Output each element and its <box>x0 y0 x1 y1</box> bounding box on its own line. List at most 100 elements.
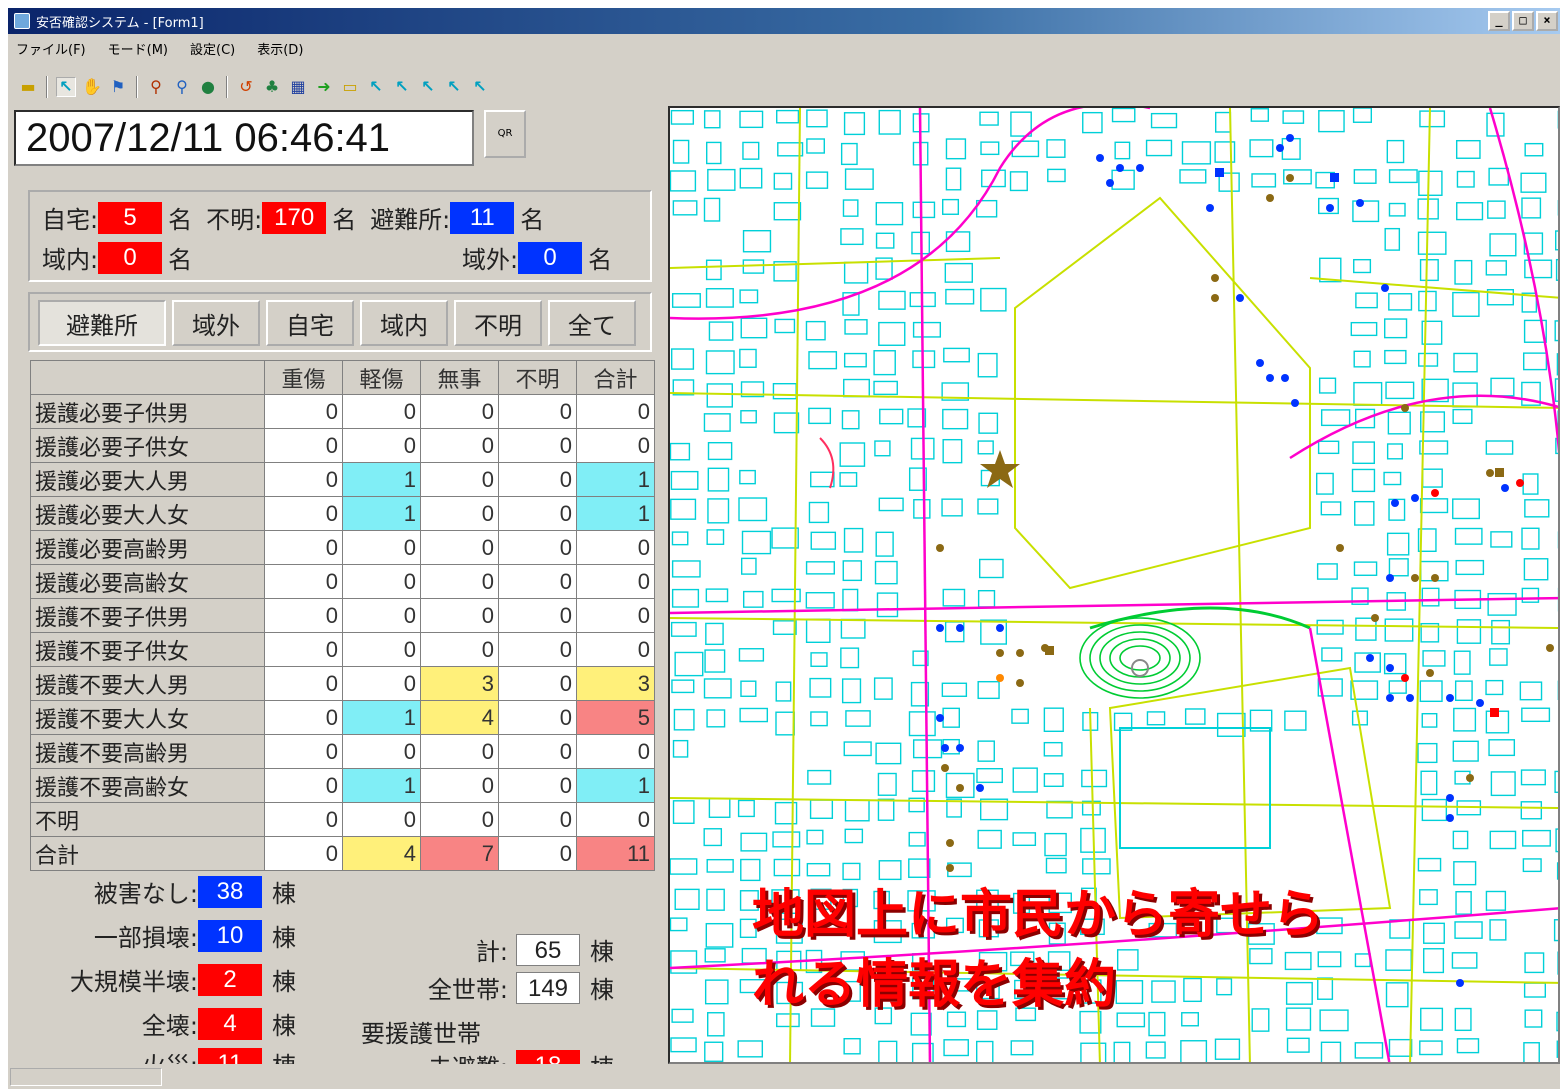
table-cell[interactable]: 1 <box>342 462 421 497</box>
table-cell[interactable]: 4 <box>342 836 421 871</box>
map-view[interactable]: 地図上に市民から寄せら れる情報を集約 <box>668 106 1560 1064</box>
table-cell[interactable]: 0 <box>420 428 499 463</box>
table-cell[interactable]: 0 <box>420 734 499 769</box>
table-cell[interactable]: 0 <box>264 428 343 463</box>
search-person-2-icon[interactable]: ⚲ <box>172 77 192 97</box>
table-row[interactable]: 援護必要大人男 0 1 0 0 1 <box>30 462 655 497</box>
forward-icon[interactable]: ➜ <box>314 77 334 97</box>
table-row[interactable]: 援護不要子供男 0 0 0 0 0 <box>30 598 655 633</box>
menu-mode[interactable]: モード(M) <box>108 39 168 58</box>
table-icon[interactable]: ▦ <box>288 77 308 97</box>
table-cell[interactable]: 3 <box>420 666 499 701</box>
table-cell[interactable]: 0 <box>498 734 577 769</box>
table-cell[interactable]: 0 <box>576 564 655 599</box>
table-cell[interactable]: 1 <box>576 462 655 497</box>
table-cell[interactable]: 0 <box>420 496 499 531</box>
arrow-icon[interactable]: ↖ <box>470 77 490 97</box>
table-row[interactable]: 援護必要高齢女 0 0 0 0 0 <box>30 564 655 599</box>
table-cell[interactable]: 0 <box>264 734 343 769</box>
table-cell[interactable]: 0 <box>576 394 655 429</box>
tree-icon[interactable]: ♣ <box>262 77 282 97</box>
table-cell[interactable]: 1 <box>342 496 421 531</box>
table-cell[interactable]: 0 <box>342 564 421 599</box>
table-cell[interactable]: 1 <box>576 768 655 803</box>
table-cell[interactable]: 0 <box>264 598 343 633</box>
table-cell[interactable]: 4 <box>420 700 499 735</box>
tab-unknown[interactable]: 不明 <box>454 300 542 346</box>
table-cell[interactable]: 0 <box>264 496 343 531</box>
table-cell[interactable]: 0 <box>342 802 421 837</box>
table-cell[interactable]: 0 <box>498 496 577 531</box>
table-cell[interactable]: 0 <box>498 802 577 837</box>
menu-file[interactable]: ファイル(F) <box>16 39 86 58</box>
table-cell[interactable]: 0 <box>420 564 499 599</box>
table-cell[interactable]: 0 <box>342 598 421 633</box>
table-cell[interactable]: 0 <box>576 428 655 463</box>
table-cell[interactable]: 0 <box>576 632 655 667</box>
table-cell[interactable]: 1 <box>342 768 421 803</box>
table-cell[interactable]: 0 <box>264 666 343 701</box>
table-row[interactable]: 援護必要子供女 0 0 0 0 0 <box>30 428 655 463</box>
table-cell[interactable]: 0 <box>342 734 421 769</box>
table-row[interactable]: 不明 0 0 0 0 0 <box>30 802 655 837</box>
minimize-button[interactable]: _ <box>1488 11 1510 31</box>
table-cell[interactable]: 0 <box>498 564 577 599</box>
table-row[interactable]: 援護必要高齢男 0 0 0 0 0 <box>30 530 655 565</box>
qr-button[interactable]: QR <box>484 110 526 158</box>
table-cell[interactable]: 0 <box>498 598 577 633</box>
tab-all[interactable]: 全て <box>548 300 636 346</box>
maximize-button[interactable]: □ <box>1512 11 1534 31</box>
open-icon[interactable]: ▭ <box>340 77 360 97</box>
table-cell[interactable]: 0 <box>342 428 421 463</box>
table-cell[interactable]: 0 <box>498 428 577 463</box>
table-cell[interactable]: 0 <box>264 632 343 667</box>
tab-inside[interactable]: 域内 <box>360 300 448 346</box>
table-cell[interactable]: 0 <box>498 836 577 871</box>
table-cell[interactable]: 0 <box>498 530 577 565</box>
hand-icon[interactable]: ✋ <box>82 77 102 97</box>
table-cell[interactable]: 1 <box>576 496 655 531</box>
close-button[interactable]: × <box>1536 11 1558 31</box>
table-cell[interactable]: 0 <box>498 666 577 701</box>
table-row[interactable]: 援護不要高齢女 0 1 0 0 1 <box>30 768 655 803</box>
table-cell[interactable]: 7 <box>420 836 499 871</box>
table-cell[interactable]: 0 <box>264 768 343 803</box>
table-cell[interactable]: 0 <box>420 768 499 803</box>
table-cell[interactable]: 0 <box>576 530 655 565</box>
table-cell[interactable]: 5 <box>576 700 655 735</box>
table-cell[interactable]: 0 <box>342 394 421 429</box>
table-row[interactable]: 援護必要大人女 0 1 0 0 1 <box>30 496 655 531</box>
table-cell[interactable]: 0 <box>264 836 343 871</box>
table-cell[interactable]: 0 <box>576 598 655 633</box>
arrow-icon[interactable]: ↖ <box>366 77 386 97</box>
search-person-icon[interactable]: ⚲ <box>146 77 166 97</box>
menu-settings[interactable]: 設定(C) <box>190 39 235 58</box>
table-row[interactable]: 援護不要子供女 0 0 0 0 0 <box>30 632 655 667</box>
table-cell[interactable]: 0 <box>264 394 343 429</box>
table-cell[interactable]: 0 <box>498 768 577 803</box>
table-cell[interactable]: 0 <box>264 530 343 565</box>
arrow-icon[interactable]: ↖ <box>418 77 438 97</box>
table-cell[interactable]: 0 <box>420 530 499 565</box>
table-cell[interactable]: 0 <box>342 632 421 667</box>
menu-view[interactable]: 表示(D) <box>257 39 303 58</box>
table-cell[interactable]: 0 <box>420 598 499 633</box>
table-cell[interactable]: 0 <box>342 666 421 701</box>
table-cell[interactable]: 0 <box>420 394 499 429</box>
table-cell[interactable]: 0 <box>576 802 655 837</box>
arrow-icon[interactable]: ↖ <box>392 77 412 97</box>
table-cell[interactable]: 0 <box>498 700 577 735</box>
tab-home[interactable]: 自宅 <box>266 300 354 346</box>
table-cell[interactable]: 0 <box>498 394 577 429</box>
table-cell[interactable]: 11 <box>576 836 655 871</box>
table-cell[interactable]: 0 <box>342 530 421 565</box>
table-cell[interactable]: 0 <box>264 700 343 735</box>
table-cell[interactable]: 0 <box>264 564 343 599</box>
table-cell[interactable]: 0 <box>420 462 499 497</box>
open-folder-icon[interactable]: ▬ <box>18 77 38 97</box>
table-cell[interactable]: 0 <box>264 802 343 837</box>
column-header-serious[interactable]: 重傷 <box>264 360 343 395</box>
table-row[interactable]: 援護必要子供男 0 0 0 0 0 <box>30 394 655 429</box>
table-cell[interactable]: 1 <box>342 700 421 735</box>
column-header-unknown[interactable]: 不明 <box>498 360 577 395</box>
